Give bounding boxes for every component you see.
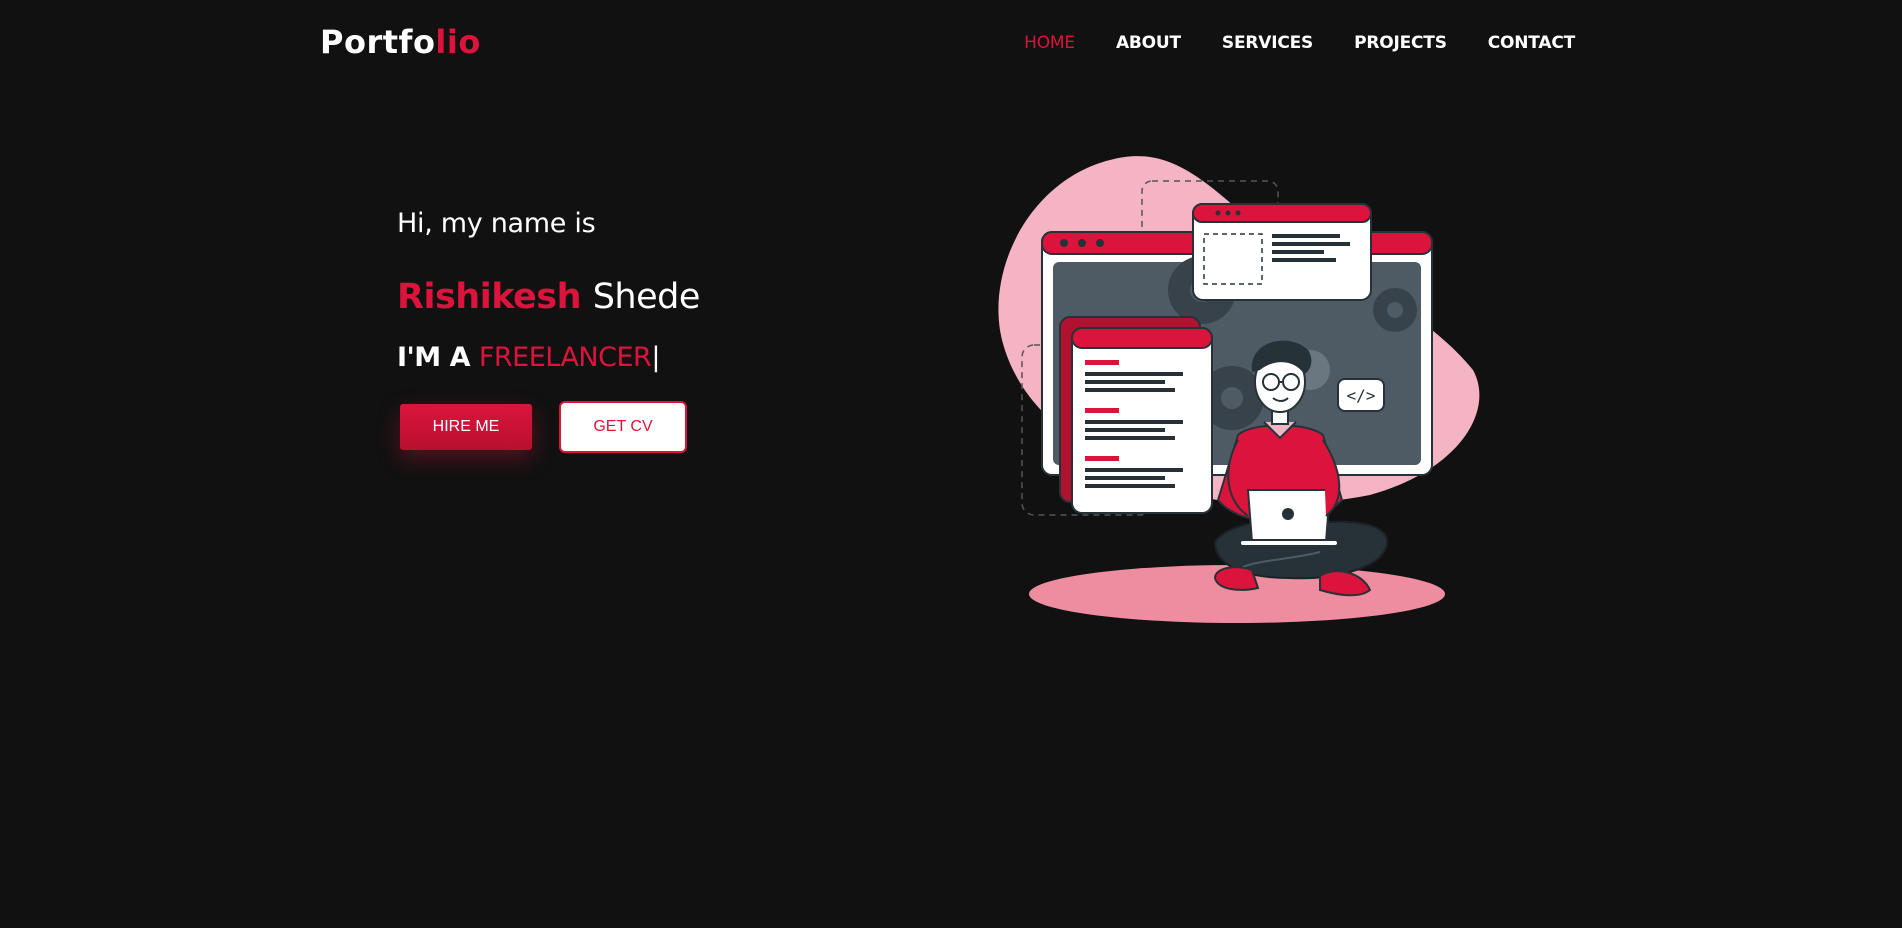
nav-link-contact[interactable]: CONTACT — [1488, 33, 1575, 53]
hero-role: I'M A FREELANCER| — [397, 342, 700, 374]
nav-item-home: HOME — [1024, 32, 1075, 54]
hire-me-button[interactable]: HIRE ME — [400, 404, 532, 450]
page: Portfolio HOME ABOUT SERVICES PROJECTS C… — [0, 0, 1902, 928]
navbar: Portfolio HOME ABOUT SERVICES PROJECTS C… — [0, 0, 1902, 84]
nav-link-home[interactable]: HOME — [1024, 33, 1075, 53]
logo-main: Portfo — [320, 23, 436, 61]
nav-item-services: SERVICES — [1222, 32, 1313, 54]
nav-menu: HOME ABOUT SERVICES PROJECTS CONTACT — [1024, 32, 1575, 54]
hero-first-name: Rishikesh — [397, 277, 582, 317]
role-prefix: I'M A — [397, 342, 470, 373]
hero-last-name: Shede — [592, 277, 701, 317]
nav-item-contact: CONTACT — [1488, 32, 1575, 54]
nav-link-about[interactable]: ABOUT — [1116, 33, 1181, 53]
code-badge-text: </> — [1347, 386, 1376, 405]
hero-text: Hi, my name is Rishikesh Shede I'M A FRE… — [397, 206, 700, 374]
get-cv-button[interactable]: GET CV — [559, 401, 687, 453]
developer-illustration: </> — [998, 156, 1480, 623]
nav-item-projects: PROJECTS — [1354, 32, 1447, 54]
nav-link-projects[interactable]: PROJECTS — [1354, 33, 1447, 53]
typing-cursor: | — [651, 342, 660, 373]
logo-link[interactable]: Portfolio — [320, 22, 481, 62]
nav-link-services[interactable]: SERVICES — [1222, 33, 1313, 53]
nav-item-about: ABOUT — [1116, 32, 1181, 54]
role-typed-text: FREELANCER — [478, 342, 652, 373]
hero-name: Rishikesh Shede — [397, 276, 700, 318]
logo-accent: lio — [435, 23, 481, 61]
hero-greeting: Hi, my name is — [397, 208, 596, 239]
